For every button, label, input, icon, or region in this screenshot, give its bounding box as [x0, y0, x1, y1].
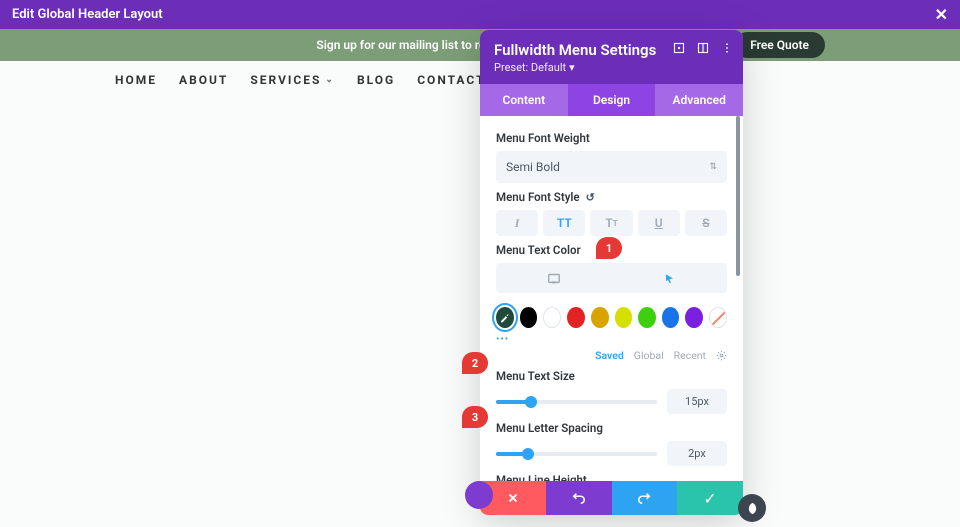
swatch-yellow[interactable] [615, 307, 633, 328]
swatch-green[interactable] [638, 307, 656, 328]
text-size-value[interactable]: 15px [667, 389, 727, 414]
panel-tabs: Content Design Advanced [480, 84, 743, 116]
text-size-label: Menu Text Size [496, 369, 727, 383]
font-style-buttons: I TT TT U S [496, 210, 727, 236]
swatch-purple[interactable] [685, 307, 703, 328]
tab-content[interactable]: Content [480, 84, 568, 116]
palette-global[interactable]: Global [634, 349, 664, 362]
italic-button[interactable]: I [496, 210, 538, 236]
nav-home[interactable]: HOME [115, 73, 157, 87]
nav-contact[interactable]: CONTACT [417, 73, 485, 87]
palette-recent[interactable]: Recent [674, 349, 706, 362]
free-quote-button[interactable]: Free Quote [734, 32, 825, 58]
more-colors[interactable]: ••• [496, 334, 727, 345]
line-height-label: Menu Line Height [496, 473, 727, 481]
select-caret-icon: ⇅ [709, 162, 717, 172]
settings-panel: Fullwidth Menu Settings Preset: Default▾… [480, 30, 743, 515]
color-state-tabs [496, 263, 727, 293]
palette-saved[interactable]: Saved [595, 349, 624, 362]
undo-button[interactable] [546, 481, 612, 515]
panel-body: Menu Font Weight Semi Bold ⇅ Menu Font S… [480, 116, 743, 481]
letter-spacing-row: 2px [496, 441, 727, 466]
columns-icon[interactable] [697, 42, 709, 57]
color-picker-swatch[interactable] [496, 307, 514, 328]
more-icon[interactable] [721, 42, 733, 57]
redo-button[interactable] [612, 481, 678, 515]
caret-down-icon: ▾ [569, 61, 575, 74]
edit-global-bar: Edit Global Header Layout ✕ [0, 0, 960, 29]
panel-header: Fullwidth Menu Settings Preset: Default▾ [480, 30, 743, 84]
nav-about[interactable]: ABOUT [179, 73, 228, 87]
swatch-blue[interactable] [662, 307, 680, 328]
scrollbar[interactable] [736, 116, 740, 276]
module-fab[interactable] [465, 481, 493, 509]
uppercase-button[interactable]: TT [543, 210, 585, 236]
smallcaps-button[interactable]: TT [590, 210, 632, 236]
color-tab-hover[interactable] [612, 263, 728, 293]
panel-footer: ✓ [480, 481, 743, 515]
strike-button[interactable]: S [685, 210, 727, 236]
callout-1: 1 [596, 237, 622, 259]
swatch-red[interactable] [567, 307, 585, 328]
swatch-amber[interactable] [591, 307, 609, 328]
reset-icon[interactable]: ↺ [586, 191, 595, 204]
edit-global-title: Edit Global Header Layout [12, 7, 163, 22]
font-weight-select[interactable]: Semi Bold ⇅ [496, 151, 727, 183]
underline-button[interactable]: U [638, 210, 680, 236]
settings-fab[interactable] [738, 494, 766, 522]
gear-icon[interactable] [716, 350, 727, 361]
chevron-down-icon: ⌄ [325, 75, 335, 85]
text-size-slider[interactable] [496, 395, 657, 409]
color-tab-default[interactable] [496, 263, 612, 293]
nav-services[interactable]: SERVICES⌄ [250, 73, 335, 87]
text-size-row: 15px [496, 389, 727, 414]
swatch-black[interactable] [520, 307, 538, 328]
color-swatches [496, 307, 727, 328]
letter-spacing-slider[interactable] [496, 447, 657, 461]
nav-blog[interactable]: BLOG [357, 73, 395, 87]
letter-spacing-label: Menu Letter Spacing [496, 421, 727, 435]
preset-selector[interactable]: Preset: Default▾ [494, 61, 575, 74]
close-icon[interactable]: ✕ [935, 5, 948, 24]
letter-spacing-value[interactable]: 2px [667, 441, 727, 466]
swatch-none[interactable] [709, 307, 727, 328]
font-style-label: Menu Font Style↺ [496, 190, 727, 204]
font-weight-label: Menu Font Weight [496, 131, 727, 145]
font-weight-value: Semi Bold [506, 160, 560, 174]
color-meta: Saved Global Recent [496, 349, 727, 362]
tab-design[interactable]: Design [568, 84, 656, 116]
callout-3: 3 [462, 406, 488, 428]
tab-advanced[interactable]: Advanced [655, 84, 743, 116]
swatch-white[interactable] [543, 307, 561, 328]
save-button[interactable]: ✓ [677, 481, 743, 515]
expand-icon[interactable] [673, 42, 685, 57]
callout-2: 2 [462, 352, 488, 374]
